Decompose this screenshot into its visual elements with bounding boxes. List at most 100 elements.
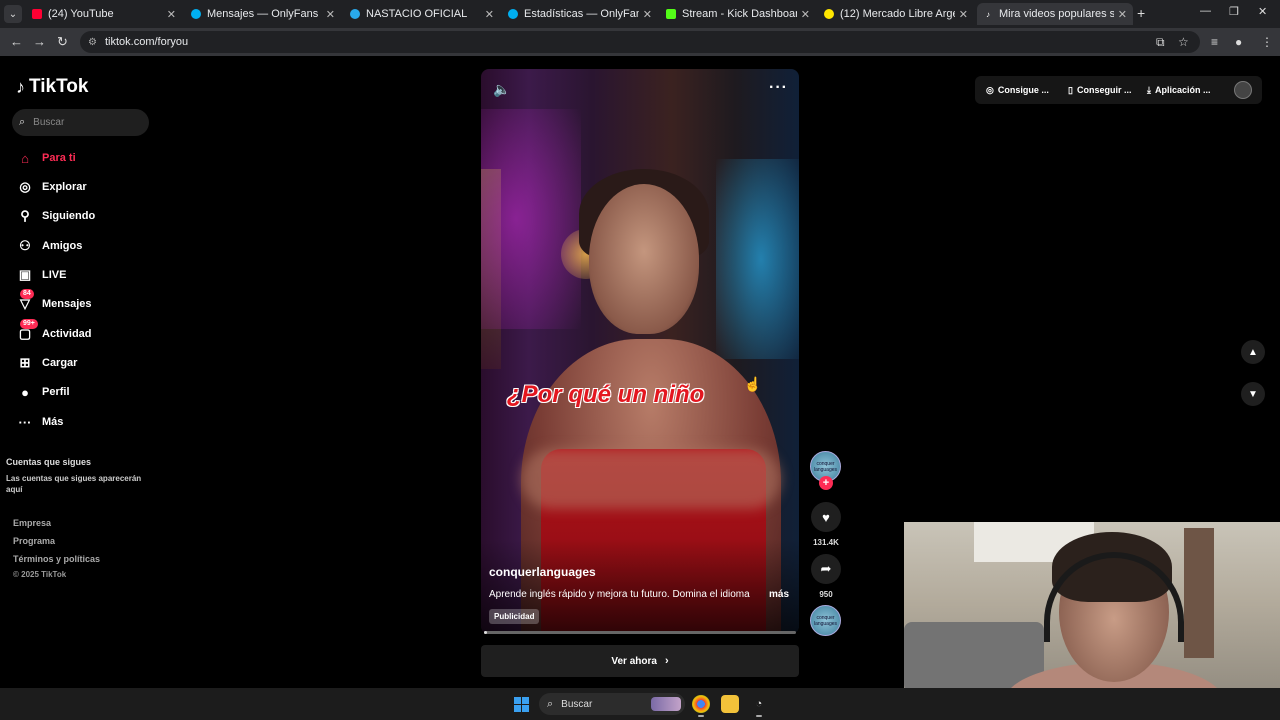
new-tab-icon[interactable]: + (1137, 5, 1145, 21)
sidebar-item-label: LIVE (42, 269, 67, 281)
profile-icon: ● (21, 384, 29, 400)
close-tab-icon[interactable]: ✕ (801, 8, 810, 21)
sidebar-item-mensajes[interactable]: ▽ 84 Mensajes (16, 289, 92, 314)
volume-icon[interactable]: 🔈 (493, 81, 510, 98)
sidebar-item-para-ti[interactable]: ⌂ Para ti (16, 148, 76, 168)
follow-plus-icon[interactable]: + (819, 476, 833, 490)
media-control-icon[interactable]: ≡ (1211, 35, 1218, 49)
following-accounts-hint: Las cuentas que sigues aparecerán aquí (6, 474, 142, 494)
close-tab-icon[interactable]: ✕ (959, 8, 968, 21)
footer-link-programa[interactable]: Programa (13, 536, 55, 546)
install-app-icon[interactable]: ⧉ (1156, 35, 1165, 50)
home-icon: ⌂ (21, 150, 29, 166)
restore-icon[interactable]: ❐ (1229, 5, 1239, 18)
profile-avatar-icon[interactable]: ● (1235, 35, 1242, 49)
chevron-up-icon: ▲ (1248, 346, 1258, 358)
like-button[interactable]: ♥ (811, 502, 841, 532)
tab-label: (12) Mercado Libre Argentina (840, 8, 955, 20)
more-options-icon[interactable]: ··· (769, 79, 788, 97)
close-tab-icon[interactable]: ✕ (326, 8, 335, 21)
reload-icon[interactable]: ↻ (57, 34, 68, 50)
messages-icon: ▽ 84 (16, 289, 34, 312)
close-tab-icon[interactable]: ✕ (643, 8, 652, 21)
sidebar-item-explorar[interactable]: ◎ Explorar (16, 177, 86, 197)
file-explorer-icon[interactable] (721, 695, 739, 713)
following-accounts-title: Cuentas que sigues (6, 457, 92, 467)
sidebar-item-cargar[interactable]: ⊞ Cargar (16, 353, 78, 373)
tab-onlyfans-stats[interactable]: Estadísticas — OnlyFans ✕ (502, 3, 658, 25)
close-tab-icon[interactable]: ✕ (1118, 8, 1127, 21)
sidebar-item-label: Siguiendo (42, 210, 96, 222)
desktop-app-button[interactable]: ⤓ Aplicación ... (1147, 78, 1211, 102)
sidebar-item-mas[interactable]: ··· Más (16, 412, 64, 432)
tab-onlyfans-messages[interactable]: Mensajes — OnlyFans ✕ (185, 3, 341, 25)
minimize-icon[interactable]: — (1200, 5, 1211, 17)
address-toolbar: ← → ↻ ⚙ tiktok.com/foryou ⧉ ☆ ≡ ● ⋮ (0, 28, 1280, 56)
sidebar-item-perfil[interactable]: ● Perfil (16, 382, 69, 402)
tab-youtube[interactable]: (24) YouTube ✕ (26, 3, 182, 25)
video-progress-bar[interactable] (484, 631, 796, 634)
sound-avatar[interactable]: conquer languages (810, 605, 841, 636)
tab-tiktok[interactable]: ♪ Mira videos populares seleccio ✕ (977, 3, 1133, 25)
onlyfans-icon (191, 9, 201, 19)
url-bar[interactable]: ⚙ tiktok.com/foryou (80, 31, 1200, 53)
tiktok-icon: ♪ (986, 9, 990, 19)
tab-label: (24) YouTube (48, 8, 114, 20)
share-button[interactable]: ➦ (811, 554, 841, 584)
back-icon[interactable]: ← (10, 34, 23, 49)
following-icon: ⚲ (20, 208, 30, 223)
tiktok-logo[interactable]: ♪ TikTok (16, 76, 88, 98)
tab-telegram[interactable]: NASTACIO OFICIAL ✕ (344, 3, 500, 25)
get-app-button[interactable]: ▯ Conseguir ... (1068, 78, 1131, 102)
topbar-button-label: Conseguir ... (1076, 85, 1132, 95)
webcam-background (1184, 528, 1214, 658)
tab-search-menu-icon[interactable]: ⌄ (4, 5, 22, 23)
video-caption-overlay: ¿Por qué un niño (507, 381, 705, 408)
video-person-head (589, 184, 699, 334)
sidebar-item-amigos[interactable]: ⚇ Amigos (16, 236, 82, 256)
next-video-button[interactable]: ▼ (1241, 382, 1265, 406)
ad-badge: Publicidad (489, 609, 540, 624)
tab-mercadolibre[interactable]: (12) Mercado Libre Argentina ✕ (818, 3, 974, 25)
sidebar-item-label: Actividad (42, 328, 92, 340)
video-author[interactable]: conquerlanguages (489, 565, 596, 579)
video-player[interactable]: ¿Por qué un niño 🔈 ··· conquerlanguages … (481, 69, 799, 634)
url-text: tiktok.com/foryou (104, 36, 189, 48)
footer-link-terminos[interactable]: Términos y políticas (13, 554, 100, 564)
download-icon: ⤓ (1147, 84, 1151, 95)
sidebar-item-actividad[interactable]: ▢ 99+ Actividad (16, 319, 92, 344)
windows-start-icon[interactable] (514, 697, 529, 712)
close-window-icon[interactable]: ✕ (1258, 5, 1267, 18)
taskbar-search[interactable]: ⌕ Buscar (539, 693, 685, 715)
bookmark-star-icon[interactable]: ☆ (1178, 35, 1189, 49)
obs-icon[interactable]: ◔ (750, 695, 768, 713)
sidebar-item-siguiendo[interactable]: ⚲ Siguiendo (16, 206, 95, 226)
cta-label: Ver ahora (611, 655, 657, 667)
chrome-icon[interactable] (692, 695, 710, 713)
tab-kick[interactable]: Stream - Kick Dashboard ✕ (660, 3, 816, 25)
avatar-text: conquer languages (813, 614, 838, 627)
search-highlight-art (651, 697, 681, 711)
get-coins-button[interactable]: ◎ Consigue ... (986, 78, 1049, 102)
user-avatar[interactable] (1234, 81, 1252, 99)
topbar-button-label: Aplicación ... (1154, 85, 1211, 95)
video-description: Aprende inglés rápido y mejora tu futuro… (489, 589, 751, 600)
description-more-link[interactable]: más (769, 589, 789, 600)
close-tab-icon[interactable]: ✕ (485, 8, 494, 21)
avatar-text: conquer languages (813, 460, 838, 473)
browser-menu-icon[interactable]: ⋮ (1261, 35, 1273, 49)
live-icon: ▣ (18, 267, 32, 282)
tab-label: NASTACIO OFICIAL (366, 8, 468, 20)
search-input[interactable]: ⌕ Buscar (12, 109, 149, 136)
ver-ahora-button[interactable]: Ver ahora › (481, 645, 799, 677)
close-tab-icon[interactable]: ✕ (167, 8, 176, 21)
active-app-indicator (756, 715, 762, 717)
sidebar-item-label: Para ti (42, 152, 76, 164)
forward-icon[interactable]: → (33, 34, 46, 49)
footer-link-empresa[interactable]: Empresa (13, 518, 51, 528)
previous-video-button[interactable]: ▲ (1241, 340, 1265, 364)
sidebar-item-live[interactable]: ▣ LIVE (16, 265, 67, 285)
site-info-icon[interactable]: ⚙ (88, 37, 97, 48)
activity-badge: 99+ (20, 319, 38, 329)
tiktok-note-icon: ♪ (16, 76, 25, 97)
